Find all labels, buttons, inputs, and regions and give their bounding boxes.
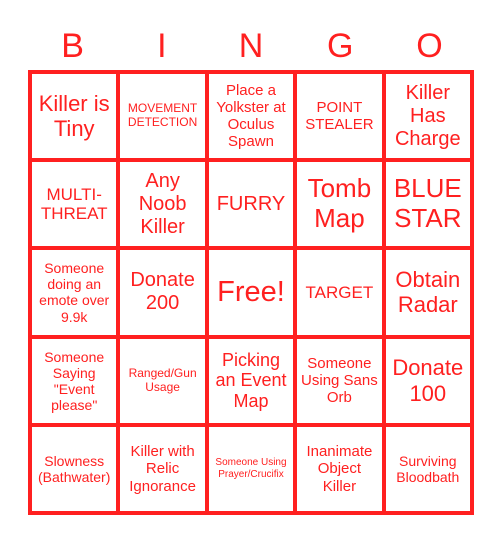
bingo-cell[interactable]: Picking an Event Map <box>206 336 296 425</box>
bingo-grid: Killer is Tiny MOVEMENT DETECTION Place … <box>28 70 474 515</box>
bingo-cell[interactable]: FURRY <box>206 160 296 249</box>
header-letter-i: I <box>157 27 167 65</box>
bingo-cell[interactable]: Someone doing an emote over 9.9k <box>30 248 119 337</box>
bingo-cell[interactable]: TARGET <box>295 248 384 337</box>
bingo-cell[interactable]: Donate 200 <box>118 248 207 337</box>
bingo-cell[interactable]: Any Noob Killer <box>118 160 207 249</box>
bingo-cell[interactable]: Someone Using Sans Orb <box>295 336 384 425</box>
header-letter-b: B <box>61 27 84 65</box>
bingo-cell[interactable]: Donate 100 <box>383 336 472 425</box>
bingo-cell[interactable]: MULTI-THREAT <box>30 160 119 249</box>
bingo-cell[interactable]: MOVEMENT DETECTION <box>118 72 207 161</box>
bingo-cell[interactable]: Tomb Map <box>295 160 384 249</box>
header-letter-n: N <box>238 27 264 65</box>
bingo-cell[interactable]: Killer Has Charge <box>383 72 472 161</box>
bingo-cell[interactable]: Someone Saying "Event please" <box>30 336 119 425</box>
bingo-cell[interactable]: Killer with Relic Ignorance <box>118 424 207 513</box>
free-space[interactable]: Free! <box>206 248 296 337</box>
header-letter-o: O <box>416 27 443 65</box>
bingo-cell[interactable]: Inanimate Object Killer <box>295 424 384 513</box>
bingo-cell[interactable]: Slowness (Bathwater) <box>30 424 119 513</box>
bingo-cell[interactable]: Place a Yolkster at Oculus Spawn <box>206 72 296 161</box>
bingo-cell[interactable]: Someone Using Prayer/Crucifix <box>206 424 296 513</box>
bingo-cell[interactable]: POINT STEALER <box>295 72 384 161</box>
header-letter-g: G <box>326 27 354 65</box>
bingo-cell[interactable]: BLUE STAR <box>383 160 472 249</box>
bingo-header: B I N G O <box>28 22 474 70</box>
bingo-cell[interactable]: Killer is Tiny <box>30 72 119 161</box>
bingo-cell[interactable]: Ranged/Gun Usage <box>118 336 207 425</box>
bingo-cell[interactable]: Surviving Bloodbath <box>383 424 472 513</box>
bingo-cell[interactable]: Obtain Radar <box>383 248 472 337</box>
